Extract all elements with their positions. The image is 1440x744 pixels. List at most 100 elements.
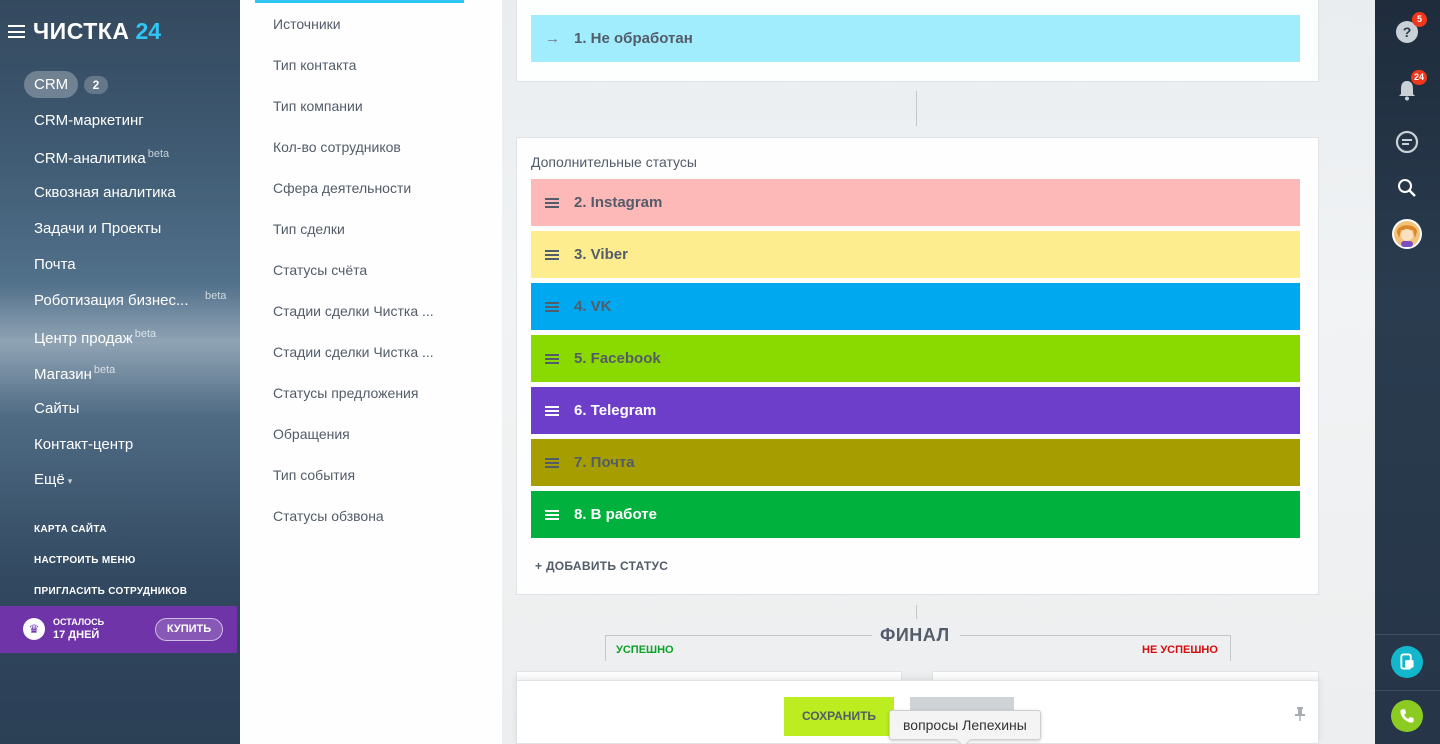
- sidebar-item-label: Сквозная аналитика: [34, 184, 176, 201]
- sidebar-item-crm-marketing[interactable]: CRM-маркетинг: [34, 112, 144, 129]
- beta-badge: beta: [134, 328, 157, 340]
- sidebar-item-label: Центр продаж: [34, 330, 133, 347]
- status-row[interactable]: 4. VK: [531, 283, 1300, 330]
- nav-item-deal-stages-2[interactable]: Стадии сделки Чистка ...: [273, 344, 434, 360]
- sidebar-item-more[interactable]: Ещё ▾: [34, 471, 72, 488]
- hint-tooltip: вопросы Лепехины: [889, 710, 1041, 740]
- nav-item-requests[interactable]: Обращения: [273, 426, 350, 442]
- sidebar-item-label: Сайты: [34, 400, 80, 417]
- notifications-button[interactable]: 24: [1391, 70, 1427, 106]
- logo-text: ЧИСТКА: [33, 18, 130, 44]
- status-row-initial[interactable]: → 1. Не обработан: [531, 15, 1300, 62]
- status-label: 2. Instagram: [574, 194, 663, 211]
- help-badge: 5: [1412, 12, 1427, 27]
- sidebar-item-tasks[interactable]: Задачи и Проекты: [34, 220, 161, 237]
- sidebar-item-crm-analytics[interactable]: CRM-аналитика beta: [34, 148, 169, 167]
- logo-number: 24: [135, 18, 162, 44]
- extra-statuses-card: Дополнительные статусы 2. Instagram 3. V…: [516, 137, 1319, 595]
- sidebar-item-mail[interactable]: Почта: [34, 256, 76, 273]
- invite-users-link[interactable]: ПРИГЛАСИТЬ СОТРУДНИКОВ: [34, 586, 187, 597]
- success-label: УСПЕШНО: [616, 644, 674, 656]
- sidebar-item-end-to-end-analytics[interactable]: Сквозная аналитика: [34, 184, 176, 201]
- sidebar-item-label: Контакт-центр: [34, 436, 134, 453]
- nav-item-quote-statuses[interactable]: Статусы предложения: [273, 385, 418, 401]
- pin-icon[interactable]: [1295, 707, 1305, 721]
- status-label: 5. Facebook: [574, 350, 661, 367]
- initial-status-card: → 1. Не обработан: [516, 0, 1319, 82]
- sidebar-item-contact-center[interactable]: Контакт-центр: [34, 436, 133, 453]
- nav-item-event-type[interactable]: Тип события: [273, 467, 355, 483]
- sidebar-item-label: Почта: [34, 256, 76, 273]
- trial-label: ОСТАЛОСЬ: [53, 617, 105, 627]
- status-row[interactable]: 7. Почта: [531, 439, 1300, 486]
- trial-remaining: ОСТАЛОСЬ 17 ДНЕЙ: [53, 616, 104, 642]
- search-button[interactable]: [1391, 172, 1423, 204]
- contact-center-icon: [1391, 646, 1423, 678]
- status-label: 7. Почта: [574, 454, 635, 471]
- nav-active-indicator: [255, 0, 464, 3]
- sidebar-item-sites[interactable]: Сайты: [34, 400, 79, 417]
- fail-label: НЕ УСПЕШНО: [1142, 644, 1218, 656]
- status-row[interactable]: 6. Telegram: [531, 387, 1300, 434]
- logo[interactable]: ЧИСТКА 24: [8, 18, 161, 45]
- open-lines-button[interactable]: [1391, 646, 1423, 678]
- save-button[interactable]: СОХРАНИТЬ: [784, 697, 894, 736]
- sidebar-item-automation[interactable]: Роботизация бизнес...: [34, 292, 189, 309]
- user-avatar[interactable]: [1391, 218, 1423, 250]
- status-label: 3. Viber: [574, 246, 628, 263]
- nav-item-company-type[interactable]: Тип компании: [273, 98, 363, 114]
- nav-item-contact-type[interactable]: Тип контакта: [273, 57, 356, 73]
- crown-icon: ♛: [23, 618, 45, 640]
- menu-burger-icon[interactable]: [8, 25, 25, 38]
- call-button[interactable]: [1391, 700, 1423, 732]
- nav-item-invoice-statuses[interactable]: Статусы счёта: [273, 262, 367, 278]
- sidebar-item-sales-center[interactable]: Центр продаж beta: [34, 328, 156, 347]
- sidebar-item-label: CRM-маркетинг: [34, 112, 144, 129]
- status-row[interactable]: 5. Facebook: [531, 335, 1300, 382]
- nav-item-sources[interactable]: Источники: [273, 16, 341, 32]
- sidebar-item-crm[interactable]: CRM: [24, 71, 79, 98]
- nav-item-industry[interactable]: Сфера деятельности: [273, 180, 411, 196]
- drag-handle-icon[interactable]: [545, 249, 559, 260]
- connector-line: [916, 91, 917, 126]
- sidebar-item-label: CRM-аналитика: [34, 150, 146, 167]
- drag-handle-icon[interactable]: [545, 509, 559, 520]
- drag-handle-icon[interactable]: [545, 405, 559, 416]
- notifications-badge: 24: [1410, 70, 1427, 85]
- status-row[interactable]: 3. Viber: [531, 231, 1300, 278]
- drag-handle-icon[interactable]: [545, 353, 559, 364]
- nav-item-deal-type[interactable]: Тип сделки: [273, 221, 345, 237]
- beta-badge: beta: [205, 290, 227, 302]
- chevron-down-icon: ▾: [67, 476, 73, 486]
- help-button[interactable]: ? 5: [1391, 12, 1427, 48]
- status-row[interactable]: 2. Instagram: [531, 179, 1300, 226]
- status-label: 1. Не обработан: [574, 30, 693, 47]
- avatar-icon: [1392, 219, 1422, 249]
- beta-badge: beta: [93, 364, 116, 376]
- drag-handle-icon[interactable]: [545, 197, 559, 208]
- nav-item-call-statuses[interactable]: Статусы обзвона: [273, 508, 384, 524]
- sidebar-item-shop[interactable]: Магазин beta: [34, 364, 115, 383]
- beta-badge: beta: [147, 148, 170, 160]
- status-label: 4. VK: [574, 298, 612, 315]
- toolbar-separator: [1375, 634, 1440, 635]
- status-row[interactable]: 8. В работе: [531, 491, 1300, 538]
- configure-menu-link[interactable]: НАСТРОИТЬ МЕНЮ: [34, 555, 136, 566]
- svg-text:?: ?: [1403, 24, 1412, 40]
- nav-item-deal-stages-1[interactable]: Стадии сделки Чистка ...: [273, 303, 434, 319]
- sidebar-item-label: Магазин: [34, 366, 92, 383]
- toolbar-separator: [1375, 690, 1440, 691]
- success-branch-line: [605, 635, 606, 661]
- drag-handle-icon[interactable]: [545, 301, 559, 312]
- sitemap-link[interactable]: КАРТА САЙТА: [34, 524, 107, 535]
- nav-item-employees[interactable]: Кол-во сотрудников: [273, 139, 401, 155]
- arrow-right-icon: →: [545, 30, 560, 47]
- right-toolbar: ? 5 24: [1375, 0, 1440, 744]
- chat-button[interactable]: [1391, 126, 1423, 158]
- final-divider-right: [960, 635, 1230, 636]
- buy-button[interactable]: КУПИТЬ: [155, 618, 223, 641]
- drag-handle-icon[interactable]: [545, 457, 559, 468]
- add-status-button[interactable]: + ДОБАВИТЬ СТАТУС: [535, 559, 668, 573]
- sidebar-item-label: Роботизация бизнес...: [34, 292, 189, 309]
- settings-nav: Источники Тип контакта Тип компании Кол-…: [240, 0, 502, 744]
